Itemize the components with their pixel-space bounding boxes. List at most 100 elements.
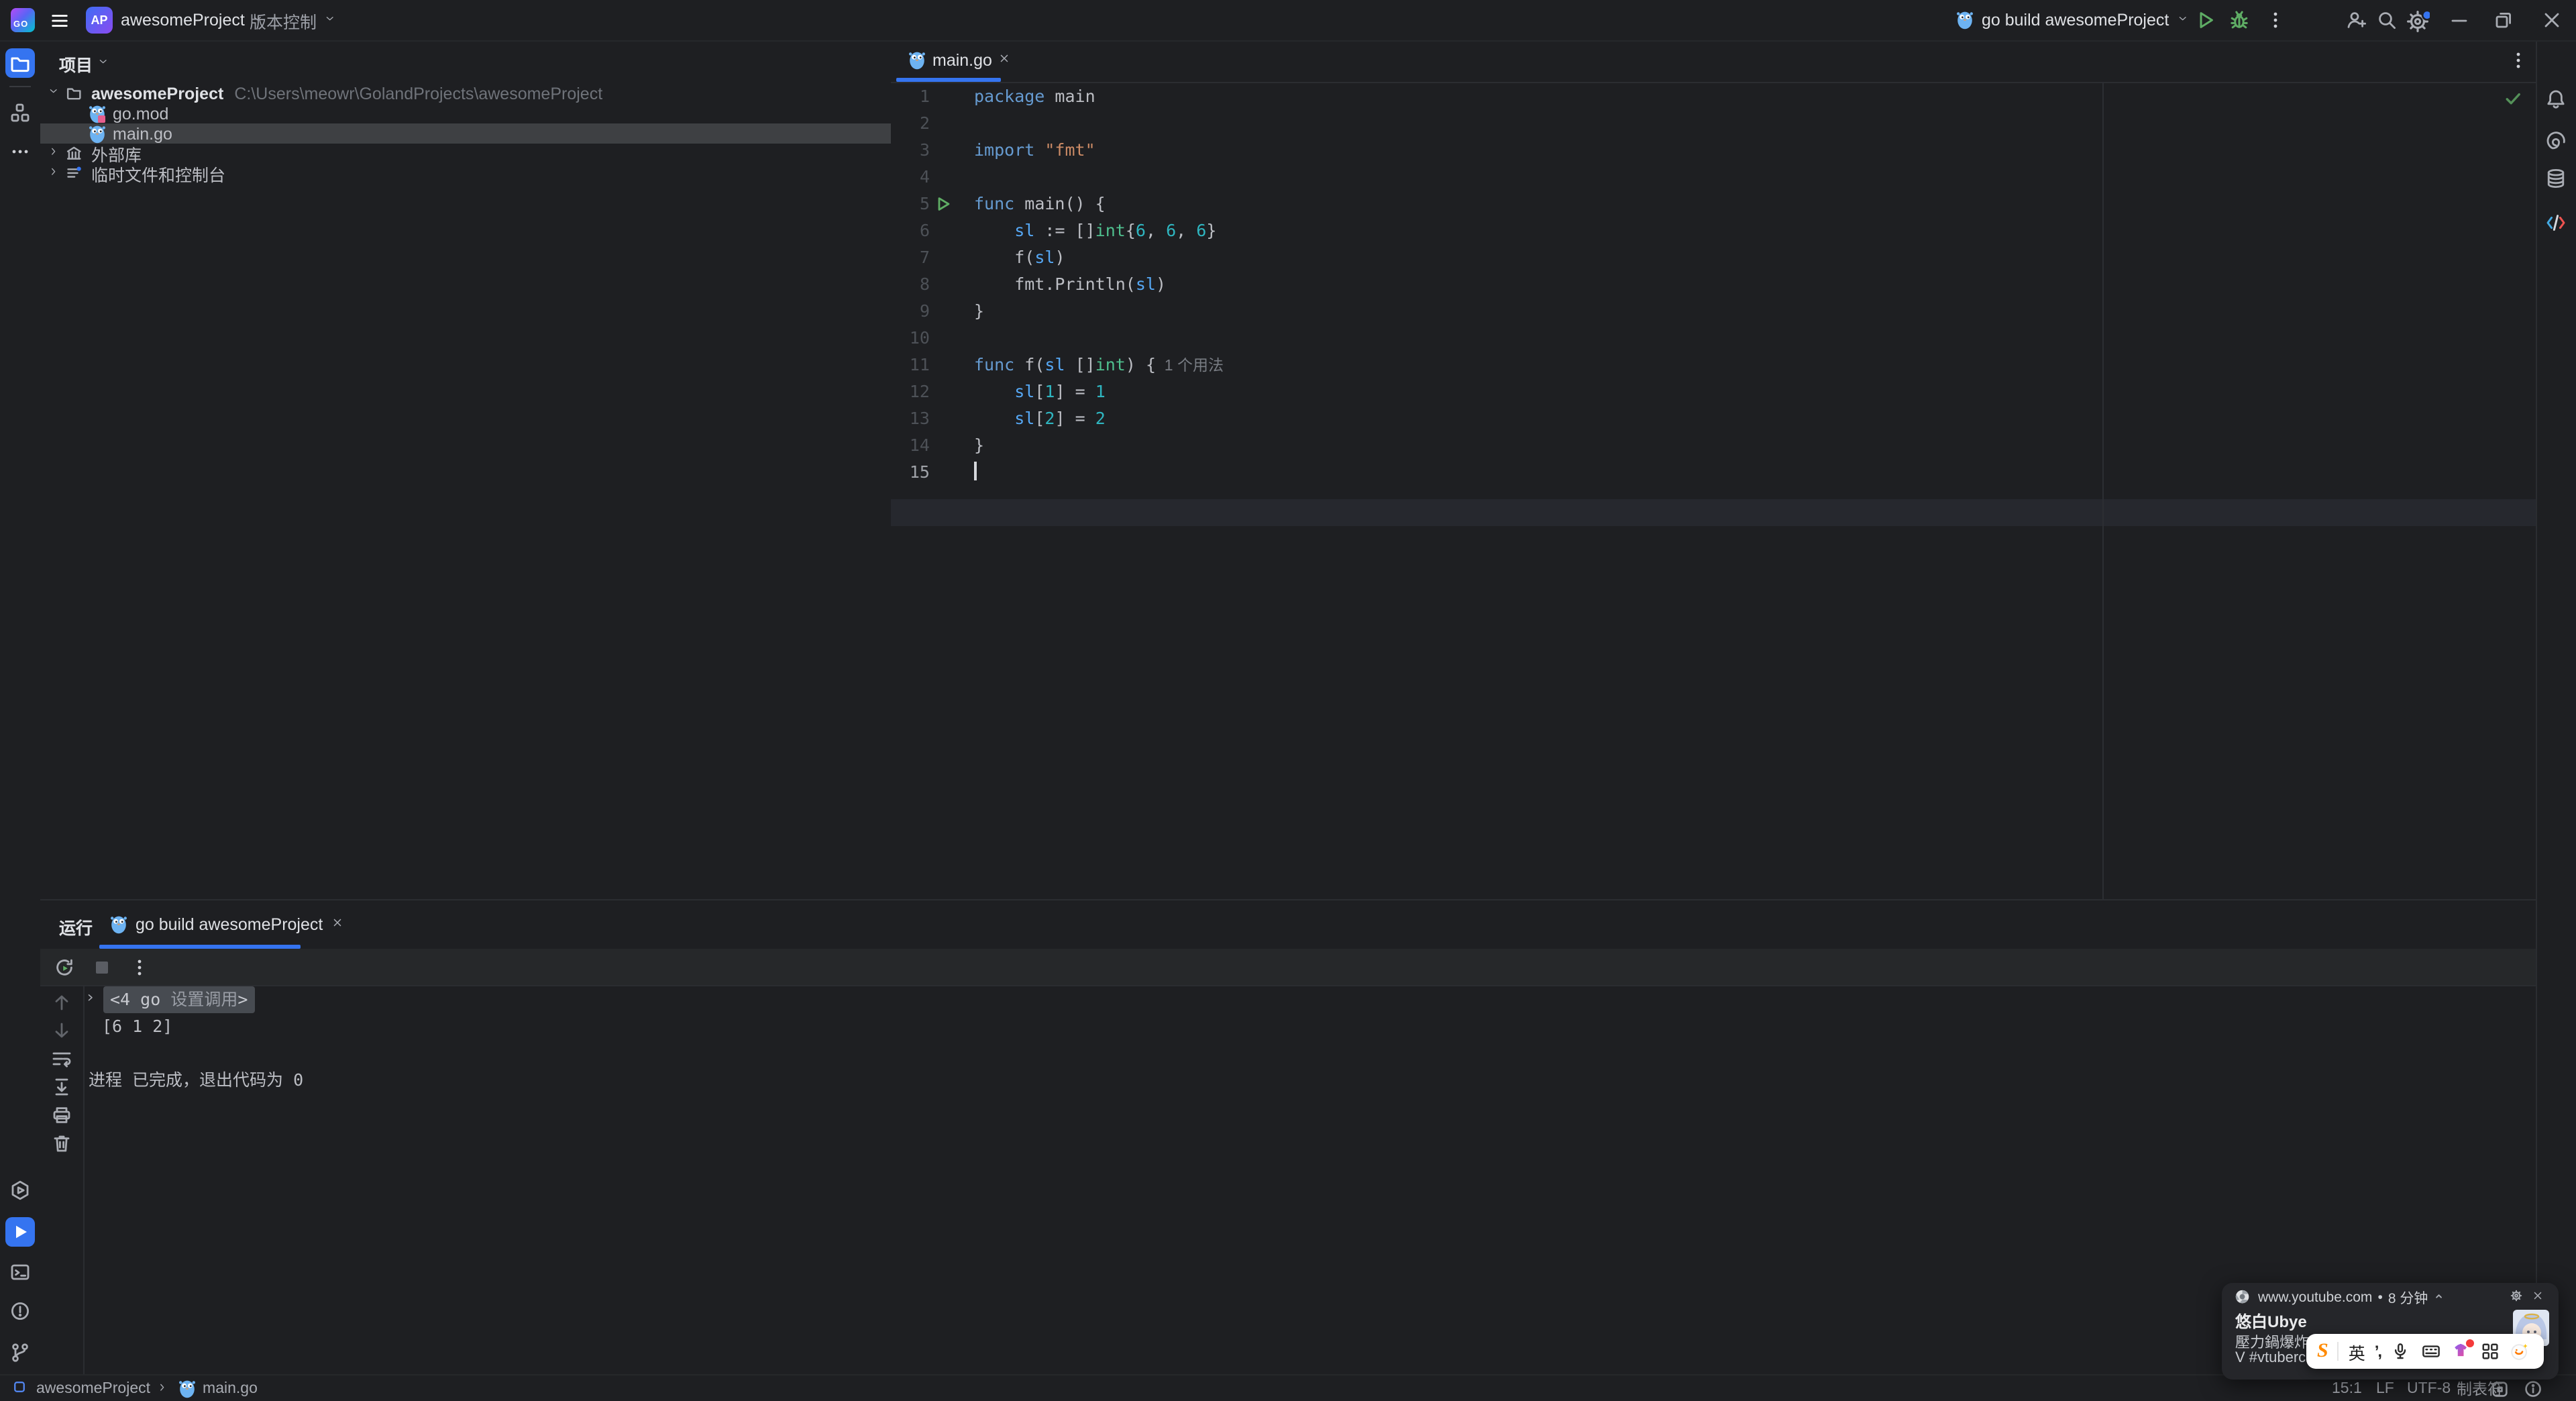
search-everywhere-button[interactable]: [2376, 9, 2398, 31]
prev-occurrence-button[interactable]: [51, 992, 72, 1013]
next-occurrence-button[interactable]: [51, 1020, 72, 1041]
notification-source: www.youtube.com: [2258, 1290, 2373, 1306]
notification-separator: •: [2377, 1290, 2383, 1306]
run-button[interactable]: [2195, 9, 2216, 31]
notification-header: www.youtube.com • 8 分钟: [2235, 1288, 2548, 1307]
clear-all-button[interactable]: [51, 1133, 72, 1154]
chevron-down-icon: [325, 13, 339, 28]
inspections-ok-icon[interactable]: [2504, 89, 2524, 109]
chevron-down-icon: [98, 56, 113, 71]
console-strip-divider: [83, 986, 85, 1376]
close-tab-icon[interactable]: [999, 52, 1015, 68]
editor-tab-bar: main.go: [891, 40, 2536, 83]
soft-wrap-button[interactable]: [51, 1048, 72, 1070]
scroll-to-end-button[interactable]: [51, 1076, 72, 1098]
run-toolbar: [40, 949, 2536, 986]
database-icon: [2545, 168, 2567, 189]
ime-divider: [2337, 1342, 2339, 1361]
microphone-icon[interactable]: [2390, 1341, 2410, 1361]
status-file: main.go: [203, 1381, 258, 1397]
stop-button[interactable]: [91, 956, 113, 978]
sogou-ime-bar[interactable]: S 英 ’,: [2306, 1334, 2544, 1369]
add-user-button[interactable]: [2345, 9, 2367, 31]
project-panel-header[interactable]: 项目: [59, 51, 113, 76]
editor-gutter[interactable]: 1 2 3 4 5 6 7 8 9 10 11 12 13 14 15: [891, 83, 955, 486]
run-line-icon[interactable]: [935, 196, 951, 212]
tool-run-button[interactable]: [5, 1217, 35, 1247]
toolbox-grid-icon[interactable]: [2480, 1341, 2500, 1361]
tool-more-button[interactable]: [5, 137, 35, 166]
more-actions-button[interactable]: [2265, 9, 2286, 31]
services-icon: [9, 1180, 31, 1201]
tool-project-button[interactable]: [5, 48, 35, 78]
tool-terminal-button[interactable]: [5, 1257, 35, 1287]
tool-services-button[interactable]: [5, 1176, 35, 1205]
emoji-icon[interactable]: [2510, 1341, 2530, 1361]
minimize-button[interactable]: [2449, 9, 2470, 31]
editor-options-button[interactable]: [2508, 50, 2529, 71]
tool-notifications-button[interactable]: [2541, 85, 2571, 114]
tool-problems-button[interactable]: [5, 1296, 35, 1326]
ime-language-toggle[interactable]: 英: [2349, 1339, 2365, 1364]
tool-structure-button[interactable]: [5, 98, 35, 127]
gopher-icon: [1956, 11, 1974, 30]
console-action-strip: [51, 992, 72, 1154]
main-menu-button[interactable]: [50, 11, 70, 31]
chevron-right-icon[interactable]: [48, 166, 63, 181]
notification-title: 悠白Ubye: [2235, 1312, 2307, 1331]
project-badge[interactable]: AP: [86, 7, 113, 34]
chevron-right-icon[interactable]: [48, 146, 63, 161]
project-widget[interactable]: awesomeProject: [121, 0, 268, 40]
close-window-button[interactable]: [2541, 9, 2563, 31]
settings-button[interactable]: [2406, 9, 2430, 34]
editor-area: main.go 1 2 3 4 5 6 7 8 9 10 11 12 13 14 15 package ma…: [891, 40, 2536, 899]
vcs-widget-label: 版本控制: [250, 13, 317, 32]
stripe-divider: [9, 86, 31, 87]
structure-icon: [9, 102, 31, 123]
sogou-logo-icon[interactable]: S: [2317, 1340, 2328, 1363]
scratches-icon: [66, 164, 85, 183]
editor-code[interactable]: package main import "fmt" func main() { sl…: [974, 83, 2450, 486]
status-breadcrumb[interactable]: awesomeProject main.go: [13, 1376, 258, 1401]
chevron-up-icon[interactable]: [2433, 1290, 2448, 1305]
tree-row-root[interactable]: awesomeProject C:\Users\meowr\GolandProj…: [40, 83, 891, 103]
debug-button[interactable]: [2229, 9, 2250, 31]
tree-row-maingo[interactable]: main.go: [40, 123, 891, 144]
console-fold-line[interactable]: <4 go 设置调用>: [86, 986, 2536, 1013]
tool-ai-assistant-button[interactable]: [2541, 127, 2571, 157]
libraries-icon: [66, 144, 85, 163]
vcs-widget[interactable]: 版本控制: [250, 0, 339, 40]
notification-settings-icon[interactable]: [2510, 1290, 2526, 1306]
tool-database-button[interactable]: [2541, 164, 2571, 193]
skin-icon[interactable]: [2451, 1339, 2474, 1361]
goland-window: GO AP awesomeProject 版本控制 go build aweso…: [0, 0, 2576, 1401]
keyboard-icon[interactable]: [2420, 1341, 2441, 1361]
folder-icon: [9, 52, 31, 74]
text-caret: [974, 462, 976, 480]
more-options-button[interactable]: [129, 956, 150, 978]
run-tab[interactable]: go build awesomeProject: [99, 904, 358, 945]
print-button[interactable]: [51, 1104, 72, 1126]
tool-web-button[interactable]: [2541, 208, 2571, 238]
run-console[interactable]: <4 go 设置调用> [6 1 2] 进程 已完成，退出代码为 0: [86, 986, 2536, 1094]
tree-root-label: awesomeProject: [91, 84, 224, 103]
tree-row-scratches[interactable]: 临时文件和控制台: [40, 164, 891, 185]
run-config-selector[interactable]: go build awesomeProject: [1956, 0, 2192, 40]
run-tool-window: 运行 go build awesomeProject <4 go 设置调用> […: [40, 899, 2536, 1376]
ime-punctuation-toggle[interactable]: ’,: [2375, 1342, 2382, 1361]
rerun-button[interactable]: [54, 956, 75, 978]
notification-close-icon[interactable]: [2532, 1290, 2548, 1306]
fold-chevron-icon[interactable]: [86, 993, 99, 1006]
close-tab-icon[interactable]: [331, 917, 347, 933]
active-tab-indicator: [896, 78, 1001, 82]
tree-row-gomod[interactable]: go.mod: [40, 103, 891, 123]
run-tab-label: go build awesomeProject: [136, 915, 323, 934]
status-project: awesomeProject: [36, 1381, 151, 1397]
code-tags-icon: [2545, 212, 2567, 234]
maximize-button[interactable]: [2493, 9, 2514, 31]
tab-maingo[interactable]: main.go: [896, 40, 1027, 81]
chevron-down-icon[interactable]: [48, 86, 63, 101]
chrome-icon: [2235, 1289, 2253, 1306]
tool-vcs-button[interactable]: [5, 1338, 35, 1367]
